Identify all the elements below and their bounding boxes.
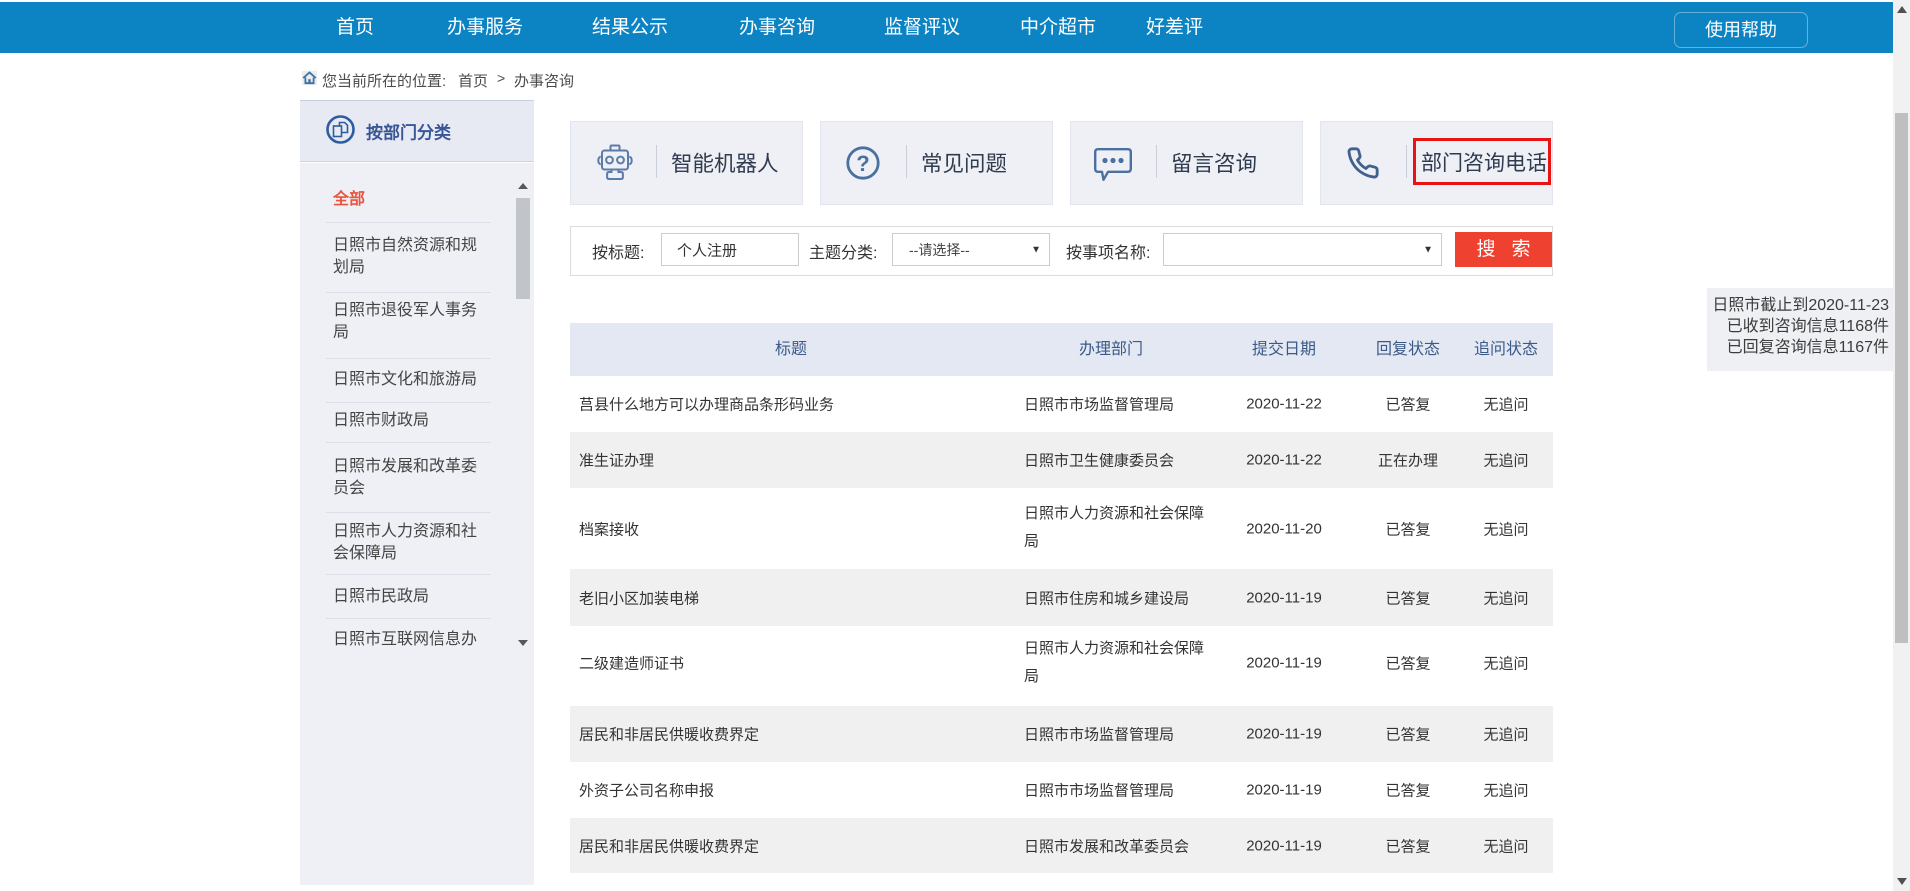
svg-text:?: ?: [856, 151, 869, 176]
